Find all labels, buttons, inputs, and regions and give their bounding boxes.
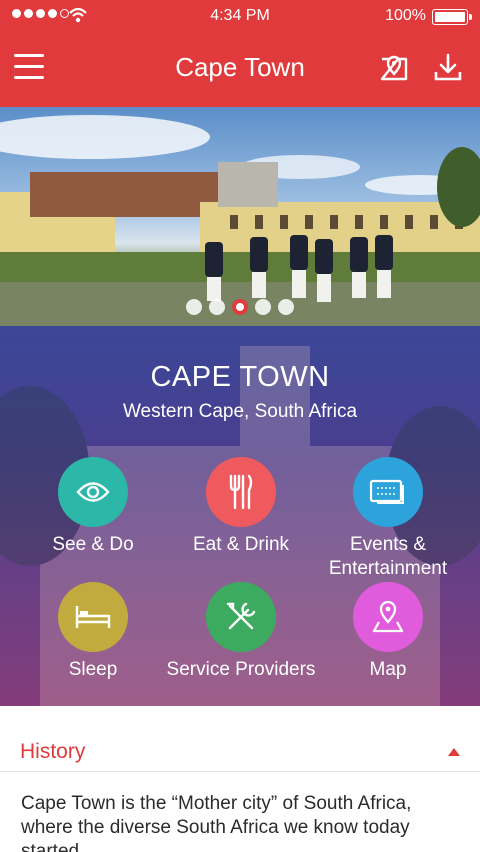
history-toggle[interactable]: History <box>0 706 480 772</box>
category-service-providers[interactable]: Service Providers <box>161 582 321 682</box>
menu-button[interactable] <box>14 54 46 80</box>
city-region: Western Cape, South Africa <box>122 401 358 422</box>
cutlery-icon <box>229 474 253 510</box>
category-events[interactable]: Events & Entertainment <box>308 457 468 581</box>
nav-bar: Cape Town <box>0 34 480 107</box>
bed-icon <box>75 606 111 628</box>
collapse-caret-icon <box>448 748 460 756</box>
category-icon-circle <box>206 457 276 527</box>
category-label: See & Do <box>52 534 134 555</box>
category-eat-drink[interactable]: Eat & Drink <box>161 457 321 557</box>
download-icon[interactable] <box>430 50 466 86</box>
category-icon-circle <box>353 582 423 652</box>
offline-map-icon[interactable] <box>376 50 412 86</box>
hero-image <box>0 115 480 326</box>
category-icon-circle <box>353 457 423 527</box>
category-label: Events & Entertainment <box>328 534 448 579</box>
map-pin-icon <box>372 600 404 633</box>
hero-carousel[interactable] <box>0 107 480 326</box>
category-label: Service Providers <box>166 659 316 680</box>
city-name: CAPE TOWN <box>150 361 330 393</box>
category-label: Sleep <box>68 659 118 680</box>
ticket-icon <box>369 479 404 504</box>
category-icon-circle <box>58 582 128 652</box>
category-label: Eat & Drink <box>192 534 290 555</box>
eye-icon <box>76 482 110 502</box>
status-bar: 4:34 PM 100% <box>0 0 480 34</box>
category-label: Map <box>369 659 407 680</box>
carousel-dot[interactable] <box>232 299 248 315</box>
carousel-dot[interactable] <box>209 299 225 315</box>
tools-icon <box>226 602 256 630</box>
category-sleep[interactable]: Sleep <box>13 582 173 682</box>
city-overview: CAPE TOWN Western Cape, South Africa See… <box>0 326 480 706</box>
battery-icon <box>432 9 472 25</box>
category-icon-circle <box>206 582 276 652</box>
carousel-dots <box>0 299 480 315</box>
history-title: History <box>20 740 86 763</box>
carousel-dot[interactable] <box>186 299 202 315</box>
category-map[interactable]: Map <box>308 582 468 682</box>
battery-percent: 100% <box>385 7 426 24</box>
carousel-dot[interactable] <box>255 299 271 315</box>
top-bar: 4:34 PM 100% Cape Town <box>0 0 480 107</box>
category-icon-circle <box>58 457 128 527</box>
history-text: Cape Town is the “Mother city” of South … <box>21 793 412 852</box>
carousel-dot[interactable] <box>278 299 294 315</box>
hamburger-icon <box>14 54 44 57</box>
history-section: History Cape Town is the “Mother city” o… <box>0 706 480 852</box>
category-see-do[interactable]: See & Do <box>13 457 173 557</box>
